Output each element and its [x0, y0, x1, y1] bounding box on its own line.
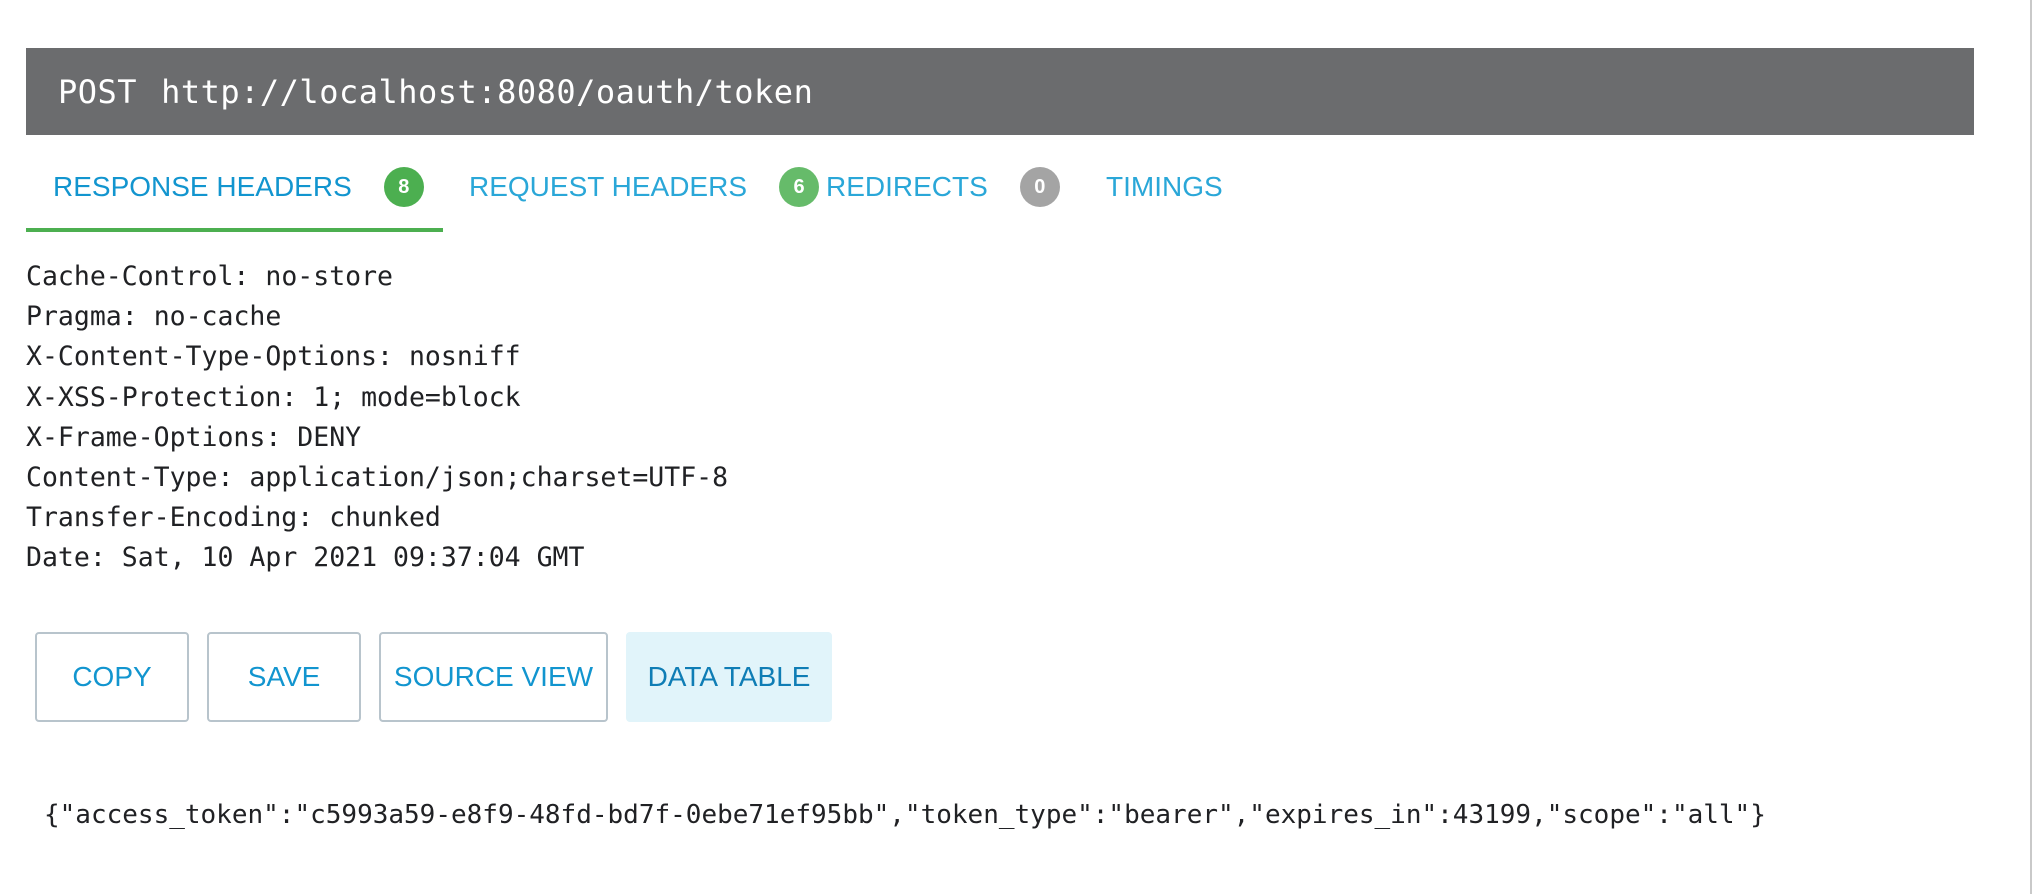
data-table-button[interactable]: DATA TABLE [626, 632, 832, 722]
header-row: Cache-Control: no-store [26, 257, 728, 297]
header-name: X-Frame-Options: [26, 421, 282, 453]
tab-redirects-label: REDIRECTS [826, 171, 988, 202]
header-value: chunked [329, 502, 441, 534]
tab-timings[interactable]: TIMINGS [1106, 152, 1223, 232]
header-row: X-XSS-Protection: 1; mode=block [26, 378, 728, 418]
source-view-button[interactable]: SOURCE VIEW [379, 632, 608, 722]
header-name: Pragma: [26, 301, 138, 333]
header-name: Content-Type: [26, 462, 234, 494]
header-value: nosniff [408, 341, 521, 373]
redirects-count-badge: 0 [1019, 167, 1060, 207]
header-row: Transfer-Encoding: chunked [26, 498, 728, 538]
response-headers-list: Cache-Control: no-store Pragma: no-cache X… [26, 257, 728, 579]
header-value: DENY [297, 421, 362, 453]
header-value: no-store [265, 261, 394, 292]
request-method: POST [58, 72, 138, 111]
save-button[interactable]: SAVE [207, 632, 361, 722]
header-name: X-Content-Type-Options: [26, 341, 393, 373]
header-row: X-Content-Type-Options: nosniff [26, 337, 728, 377]
tab-bar: RESPONSE HEADERS 8 REQUEST HEADERS 6 RED… [26, 152, 1223, 232]
header-name: Transfer-Encoding: [26, 502, 314, 534]
tab-timings-label: TIMINGS [1106, 171, 1223, 202]
header-value: 1; mode=block [313, 381, 521, 413]
tab-request-headers-label: REQUEST HEADERS [469, 171, 747, 202]
response-body: {"access_token":"c5993a59-e8f9-48fd-bd7f… [44, 800, 1766, 830]
header-value: application/json;charset=UTF-8 [249, 462, 729, 494]
header-name: Cache-Control: [26, 261, 250, 292]
request-headers-count-badge: 6 [779, 167, 819, 207]
tab-redirects[interactable]: REDIRECTS 0 [826, 152, 1106, 232]
header-row: Date: Sat, 10 Apr 2021 09:37:04 GMT [26, 538, 728, 578]
request-url: http://localhost:8080/oauth/token [161, 72, 814, 111]
header-value: Sat, 10 Apr 2021 09:37:04 GMT [121, 542, 585, 574]
header-value: no-cache [153, 301, 282, 333]
scrollbar-edge [2030, 0, 2032, 894]
copy-button[interactable]: COPY [35, 632, 189, 722]
tab-response-headers-label: RESPONSE HEADERS [53, 171, 352, 202]
header-row: Content-Type: application/json;charset=UT… [26, 458, 728, 498]
action-buttons: COPY SAVE SOURCE VIEW DATA TABLE [35, 632, 850, 722]
header-row: Pragma: no-cache [26, 297, 728, 337]
tab-request-headers[interactable]: REQUEST HEADERS 6 [443, 152, 826, 232]
request-url-bar: POST http://localhost:8080/oauth/token [26, 48, 1974, 135]
tab-response-headers[interactable]: RESPONSE HEADERS 8 [26, 152, 443, 232]
header-name: X-XSS-Protection: [26, 381, 298, 413]
header-name: Date: [26, 542, 106, 574]
header-row: X-Frame-Options: DENY [26, 418, 728, 458]
response-headers-count-badge: 8 [383, 167, 424, 207]
